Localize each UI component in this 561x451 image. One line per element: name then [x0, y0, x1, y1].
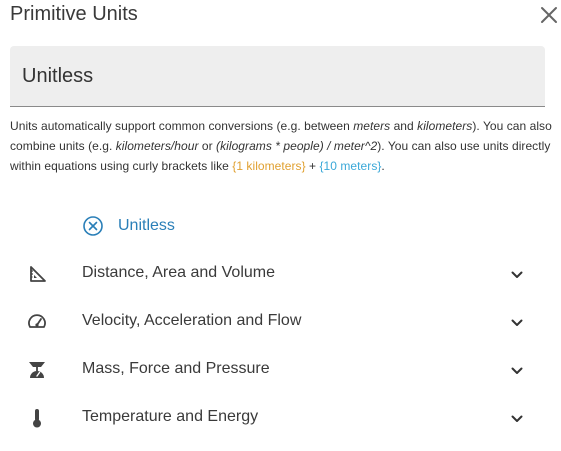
help-text-part: .	[381, 159, 385, 173]
help-text-part: and	[390, 119, 418, 133]
chevron-down-icon[interactable]	[509, 267, 525, 283]
help-example: kilometers	[417, 119, 473, 133]
clear-circle-icon[interactable]	[82, 215, 104, 237]
help-unit-token: {1 kilometers}	[232, 159, 306, 173]
selected-unit[interactable]: Unitless	[82, 214, 175, 238]
category-distance-area-volume[interactable]: Distance, Area and Volume	[0, 250, 561, 298]
unit-search-field[interactable]	[10, 46, 545, 107]
selected-unit-label: Unitless	[118, 217, 175, 234]
chevron-down-icon[interactable]	[509, 363, 525, 379]
category-label: Temperature and Energy	[82, 408, 259, 425]
help-text-part: Units automatically support common conve…	[10, 119, 354, 133]
speedometer-icon	[28, 314, 46, 328]
help-unit-token: {10 meters}	[319, 159, 382, 173]
help-text: Units automatically support common conve…	[10, 116, 552, 176]
close-icon[interactable]	[538, 4, 560, 26]
category-velocity-acceleration-flow[interactable]: Velocity, Acceleration and Flow	[0, 298, 561, 346]
category-label: Mass, Force and Pressure	[82, 360, 270, 377]
help-example: (kilograms * people) / meter^2	[216, 139, 378, 153]
help-text-part: +	[305, 159, 320, 173]
unit-search-input[interactable]	[22, 62, 522, 90]
thermometer-icon	[33, 409, 41, 428]
category-mass-force-pressure[interactable]: Mass, Force and Pressure	[0, 346, 561, 394]
chevron-down-icon[interactable]	[509, 315, 525, 331]
scale-icon	[29, 362, 45, 378]
dialog-header: Primitive Units	[0, 0, 561, 30]
chevron-down-icon[interactable]	[509, 411, 525, 427]
help-text-part: or	[198, 139, 217, 153]
category-temperature-energy[interactable]: Temperature and Energy	[0, 394, 561, 442]
dialog-title: Primitive Units	[10, 3, 138, 25]
ruler-triangle-icon	[30, 266, 46, 282]
category-label: Distance, Area and Volume	[82, 264, 276, 281]
help-example: kilometers/hour	[115, 139, 199, 153]
help-example: meters	[353, 119, 391, 133]
category-label: Velocity, Acceleration and Flow	[82, 312, 302, 329]
